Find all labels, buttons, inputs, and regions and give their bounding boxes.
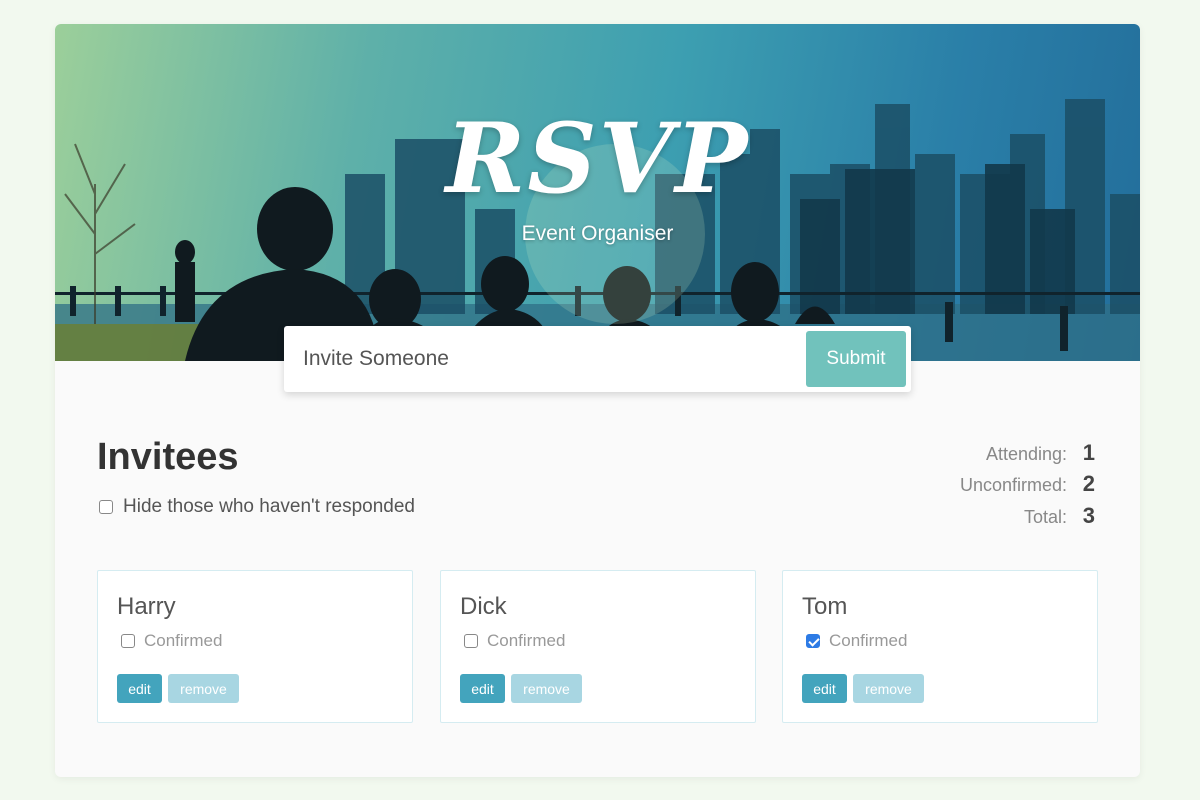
guest-card: Harry Confirmed edit remove (97, 570, 413, 723)
confirm-toggle[interactable]: Confirmed (121, 631, 222, 651)
remove-button[interactable]: remove (511, 674, 582, 703)
counter-label: Unconfirmed: (959, 475, 1067, 495)
section-title: Invitees (97, 436, 239, 478)
edit-button[interactable]: edit (460, 674, 505, 703)
confirmed-checkbox[interactable] (121, 634, 135, 648)
counter-attending: Attending: 1 (835, 440, 1095, 466)
counter-unconfirmed: Unconfirmed: 2 (835, 471, 1095, 497)
invite-form: Submit (284, 326, 911, 392)
edit-button[interactable]: edit (802, 674, 847, 703)
guest-name: Harry (117, 593, 176, 620)
hero-banner: RSVP Event Organiser (55, 24, 1140, 361)
edit-button[interactable]: edit (117, 674, 162, 703)
guest-name: Dick (460, 593, 507, 620)
counter-total: Total: 3 (835, 503, 1095, 529)
counter-label: Total: (1023, 507, 1067, 527)
submit-button[interactable]: Submit (806, 331, 906, 387)
hide-unresponded-filter[interactable]: Hide those who haven't responded (99, 496, 415, 518)
guest-card: Dick Confirmed edit remove (440, 570, 756, 723)
remove-button[interactable]: remove (853, 674, 924, 703)
counter-label: Attending: (985, 444, 1067, 464)
confirm-label: Confirmed (487, 631, 566, 650)
confirm-label: Confirmed (829, 631, 908, 650)
confirm-toggle[interactable]: Confirmed (806, 631, 907, 651)
counter-value: 1 (1082, 440, 1095, 465)
guest-name: Tom (802, 593, 848, 620)
confirmed-checkbox[interactable] (464, 634, 478, 648)
guest-card: Tom Confirmed edit remove (782, 570, 1098, 723)
app-subtitle: Event Organiser (521, 222, 674, 245)
invite-input[interactable] (284, 326, 804, 392)
app-title: RSVP (445, 102, 750, 215)
counter-value: 3 (1082, 503, 1095, 528)
confirm-toggle[interactable]: Confirmed (464, 631, 565, 651)
hide-unresponded-checkbox[interactable] (99, 500, 113, 514)
remove-button[interactable]: remove (168, 674, 239, 703)
app-card: RSVP Event Organiser Submit Invitees Hid… (55, 24, 1140, 777)
counter-value: 2 (1082, 471, 1095, 496)
confirmed-checkbox[interactable] (806, 634, 820, 648)
filter-label: Hide those who haven't responded (123, 496, 415, 517)
confirm-label: Confirmed (144, 631, 223, 650)
